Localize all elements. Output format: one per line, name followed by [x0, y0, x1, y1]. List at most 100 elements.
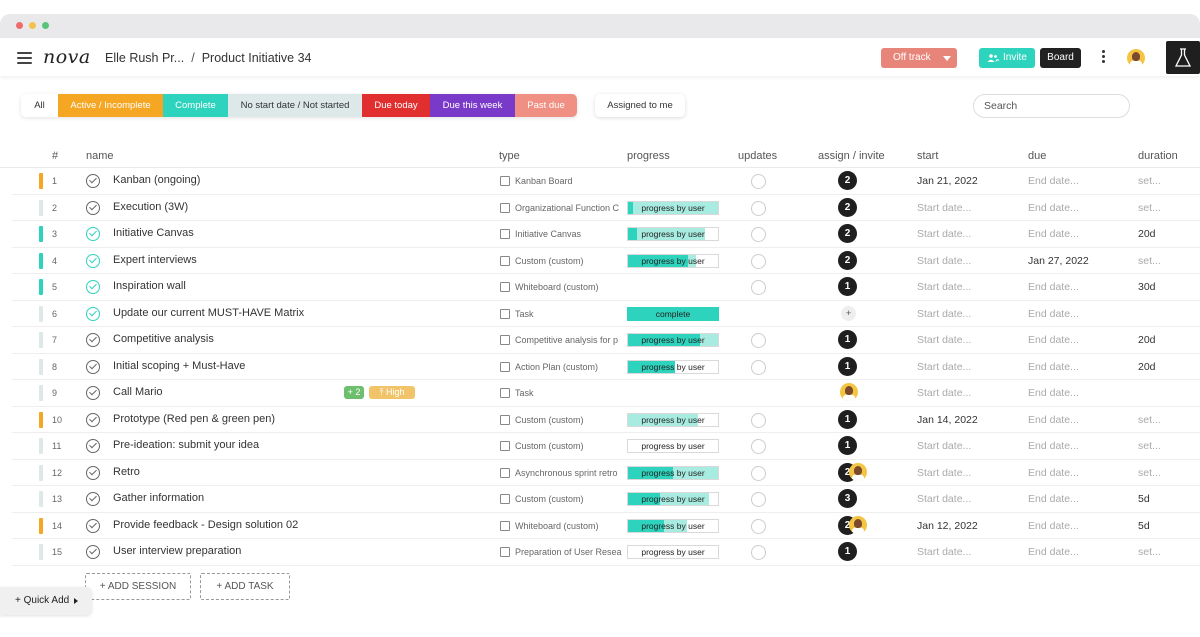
- due-date[interactable]: End date...: [1028, 281, 1079, 293]
- assignee-avatar[interactable]: [849, 462, 867, 481]
- updates-indicator[interactable]: [751, 253, 766, 269]
- table-row[interactable]: 1 Kanban (ongoing) Kanban Board 2 Jan 21, 20…: [12, 168, 1200, 195]
- assignee-count[interactable]: 2: [838, 197, 857, 217]
- check-circle-icon[interactable]: [86, 306, 100, 321]
- duration[interactable]: 5d: [1138, 493, 1150, 505]
- due-date[interactable]: End date...: [1028, 440, 1079, 452]
- updates-indicator[interactable]: [751, 518, 766, 534]
- task-name[interactable]: Competitive analysis: [113, 333, 214, 345]
- progress-bar[interactable]: progress by user: [627, 465, 719, 480]
- updates-indicator[interactable]: [751, 174, 766, 189]
- due-date[interactable]: End date...: [1028, 228, 1079, 240]
- breadcrumb-page[interactable]: Product Initiative 34: [202, 51, 312, 65]
- col-start[interactable]: start: [917, 150, 938, 162]
- updates-indicator[interactable]: [751, 359, 766, 375]
- progress-bar[interactable]: progress by user: [627, 227, 719, 241]
- due-date[interactable]: End date...: [1028, 493, 1079, 505]
- start-date[interactable]: Start date...: [917, 493, 971, 505]
- duration[interactable]: 30d: [1138, 281, 1156, 293]
- filter-active[interactable]: Active / Incomplete: [58, 94, 163, 117]
- check-circle-icon[interactable]: [86, 386, 100, 400]
- col-name[interactable]: name: [86, 150, 114, 162]
- table-row[interactable]: 7 Competitive analysis Competitive analysi…: [12, 327, 1200, 354]
- table-row[interactable]: 5 Inspiration wall Whiteboard (custom) 1 Sta…: [12, 274, 1200, 301]
- nova-logo[interactable]: nova: [43, 46, 91, 68]
- duration[interactable]: 20d: [1138, 334, 1156, 346]
- table-row[interactable]: 15 User interview preparation Preparation …: [12, 539, 1200, 566]
- task-name[interactable]: Retro: [113, 466, 140, 478]
- menu-icon[interactable]: [17, 52, 32, 64]
- check-circle-icon[interactable]: [86, 465, 100, 480]
- start-date[interactable]: Jan 21, 2022: [917, 175, 978, 187]
- task-name[interactable]: Kanban (ongoing): [113, 174, 200, 186]
- duration[interactable]: set...: [1138, 175, 1161, 187]
- task-name[interactable]: User interview preparation: [113, 545, 241, 557]
- check-circle-icon[interactable]: [86, 333, 100, 347]
- due-date[interactable]: End date...: [1028, 546, 1079, 558]
- board-button[interactable]: Board: [1040, 48, 1081, 68]
- due-date[interactable]: Jan 27, 2022: [1028, 255, 1089, 267]
- due-date[interactable]: End date...: [1028, 520, 1079, 532]
- side-panel-toggle[interactable]: [1166, 41, 1200, 74]
- task-name[interactable]: Provide feedback - Design solution 02: [113, 519, 298, 531]
- assignee-count[interactable]: 1: [838, 436, 857, 455]
- progress-bar[interactable]: progress by user: [627, 439, 719, 453]
- duration[interactable]: set...: [1138, 202, 1161, 214]
- task-name[interactable]: Update our current MUST-HAVE Matrix: [113, 307, 304, 319]
- assignee-avatar[interactable]: [840, 383, 858, 401]
- task-name[interactable]: Execution (3W): [113, 201, 188, 213]
- start-date[interactable]: Start date...: [917, 202, 971, 214]
- col-progress[interactable]: progress: [627, 150, 670, 162]
- updates-indicator[interactable]: [751, 280, 766, 295]
- filter-complete[interactable]: Complete: [163, 94, 228, 117]
- breadcrumb-workspace[interactable]: Elle Rush Pr...: [105, 51, 184, 65]
- due-date[interactable]: End date...: [1028, 414, 1079, 426]
- minimize-window-dot[interactable]: [29, 22, 36, 29]
- due-date[interactable]: End date...: [1028, 308, 1079, 320]
- user-avatar[interactable]: [1127, 49, 1145, 67]
- duration[interactable]: 5d: [1138, 520, 1150, 532]
- progress-bar[interactable]: progress by user: [627, 545, 719, 559]
- filter-past-due[interactable]: Past due: [515, 94, 577, 117]
- priority-badge[interactable]: ⤒ High: [369, 386, 415, 399]
- updates-indicator[interactable]: [751, 545, 766, 560]
- table-row[interactable]: 3 Initiative Canvas Initiative Canvas progr…: [12, 221, 1200, 248]
- progress-bar[interactable]: progress by user: [627, 200, 719, 215]
- duration[interactable]: set...: [1138, 414, 1161, 426]
- table-row[interactable]: 8 Initial scoping + Must-Have Action Plan …: [12, 354, 1200, 380]
- start-date[interactable]: Start date...: [917, 281, 971, 293]
- due-date[interactable]: End date...: [1028, 334, 1079, 346]
- due-date[interactable]: End date...: [1028, 175, 1079, 187]
- check-circle-icon[interactable]: [86, 200, 100, 215]
- table-row[interactable]: 9 Call Mario + 2 ⤒ High Task Start date... End…: [12, 380, 1200, 407]
- assignee-count[interactable]: 1: [838, 330, 857, 349]
- progress-bar[interactable]: progress by user: [627, 518, 719, 533]
- progress-bar[interactable]: progress by user: [627, 333, 719, 347]
- check-circle-icon[interactable]: [86, 545, 100, 559]
- progress-bar[interactable]: progress by user: [627, 359, 719, 374]
- check-circle-icon[interactable]: [86, 227, 100, 241]
- filter-due-today[interactable]: Due today: [362, 94, 430, 117]
- start-date[interactable]: Start date...: [917, 255, 971, 267]
- task-name[interactable]: Gather information: [113, 492, 204, 504]
- search-input[interactable]: [973, 94, 1130, 118]
- duration[interactable]: set...: [1138, 467, 1161, 479]
- start-date[interactable]: Start date...: [917, 308, 971, 320]
- assignee-count[interactable]: 1: [838, 542, 857, 561]
- assignee-count[interactable]: 2: [838, 224, 857, 243]
- due-date[interactable]: End date...: [1028, 202, 1079, 214]
- start-date[interactable]: Start date...: [917, 546, 971, 558]
- add-person-icon[interactable]: +: [841, 305, 856, 321]
- table-row[interactable]: 10 Prototype (Red pen & green pen) Custom …: [12, 407, 1200, 433]
- check-circle-icon[interactable]: [86, 412, 100, 427]
- start-date[interactable]: Start date...: [917, 361, 971, 373]
- filter-no-start[interactable]: No start date / Not started: [228, 94, 362, 117]
- duration[interactable]: set...: [1138, 440, 1161, 452]
- col-assign[interactable]: assign / invite: [818, 150, 885, 162]
- task-name[interactable]: Call Mario: [113, 386, 163, 398]
- start-date[interactable]: Jan 12, 2022: [917, 520, 978, 532]
- col-duration[interactable]: duration: [1138, 150, 1178, 162]
- assignee-count[interactable]: 1: [838, 409, 857, 429]
- filter-assigned-to-me[interactable]: Assigned to me: [595, 94, 685, 117]
- duration[interactable]: set...: [1138, 546, 1161, 558]
